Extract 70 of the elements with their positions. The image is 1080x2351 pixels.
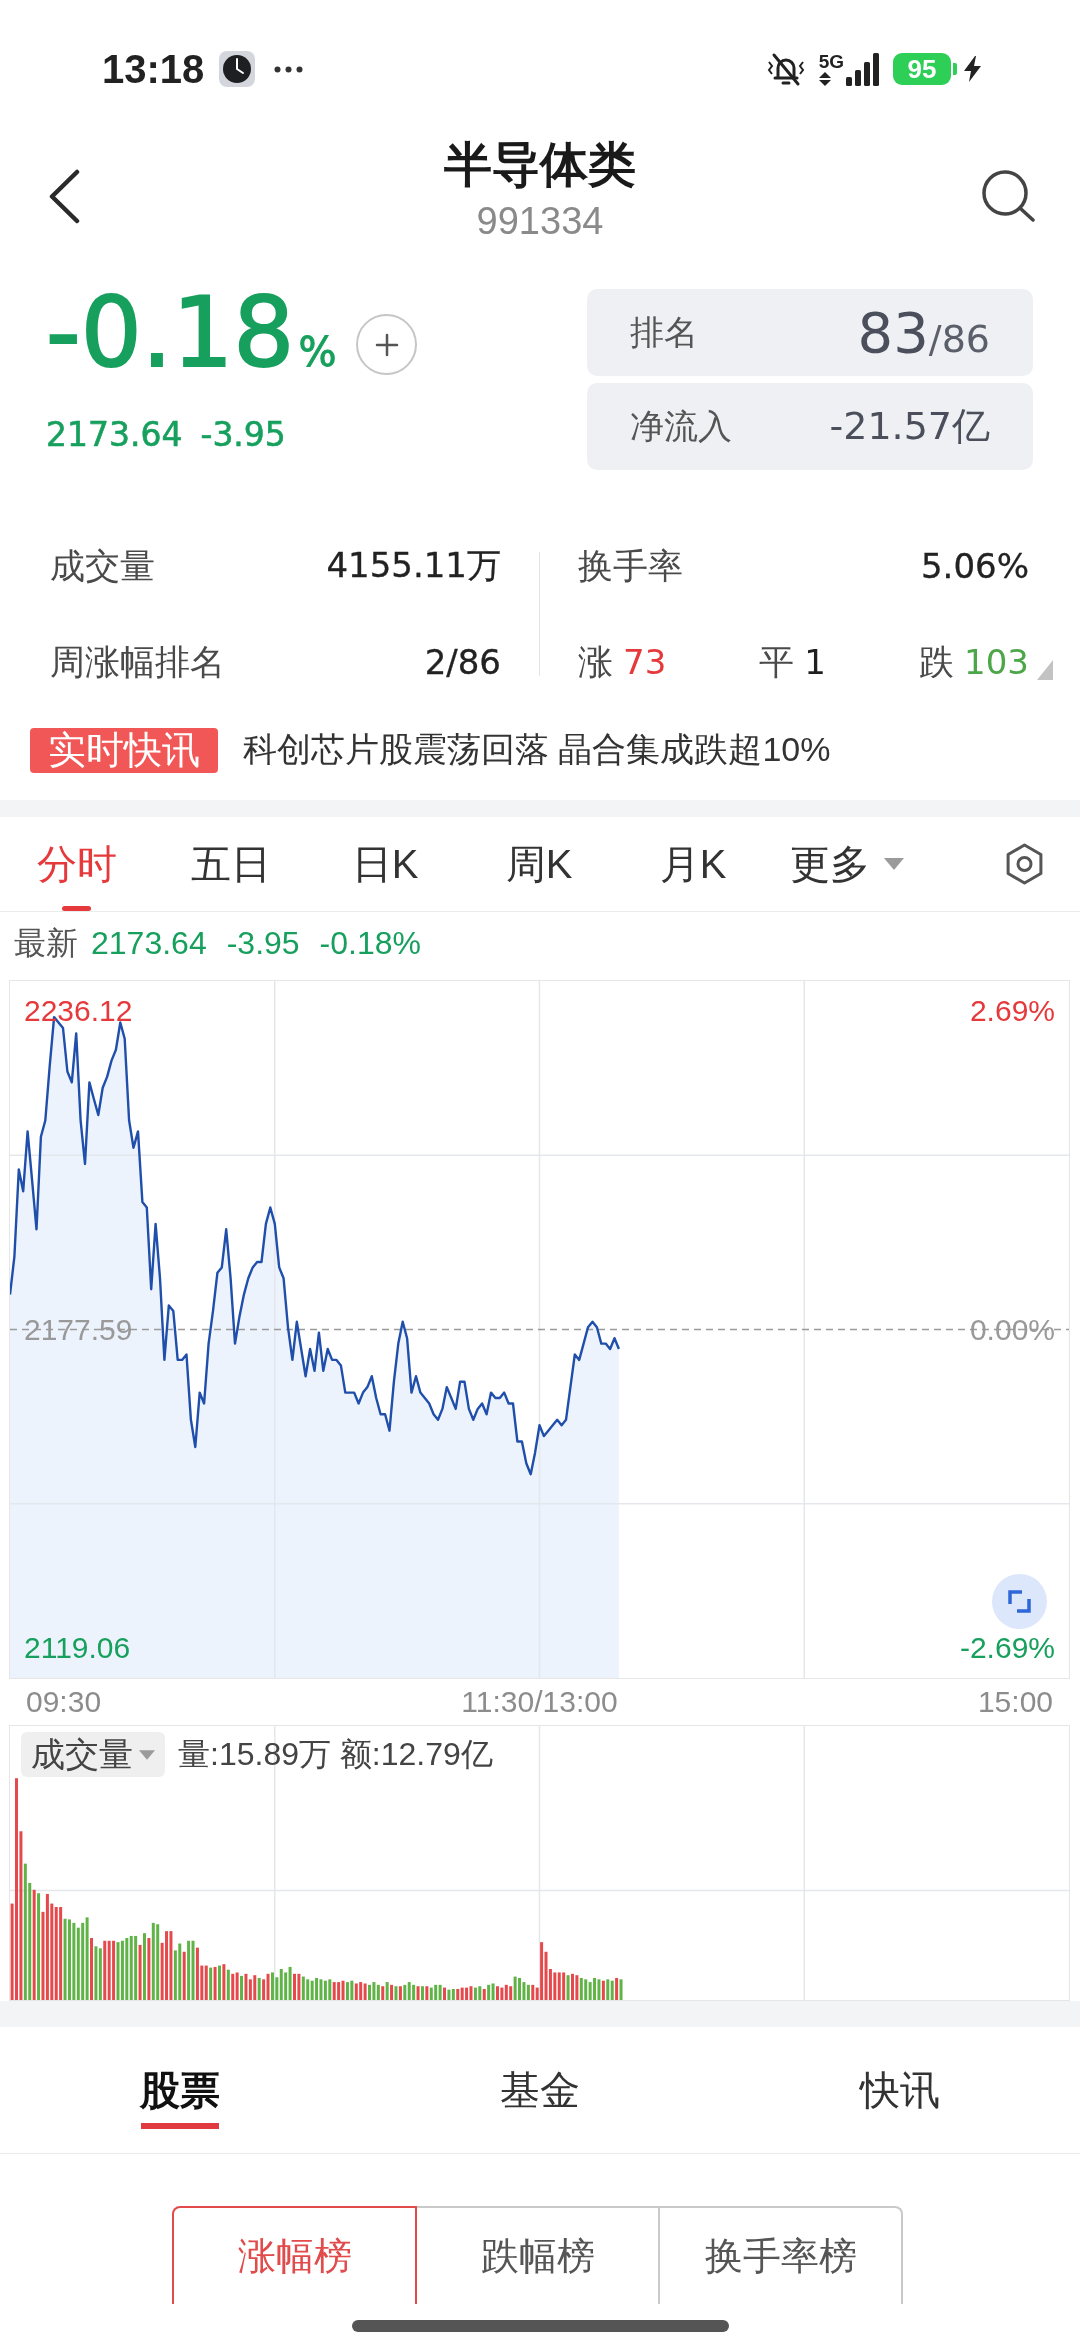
caret-down-icon [139,1749,155,1760]
stat-value: 5.06% [921,546,1029,586]
price-axis-label: 2119.06 [24,1630,131,1666]
percent-axis-label: 0.00% [969,1311,1055,1348]
chart-tab[interactable]: 更多 [770,817,924,911]
plus-icon [374,332,399,357]
settings-button[interactable] [1004,842,1045,886]
chart-tab[interactable]: 五日 [154,817,308,911]
price-axis-label: 2236.12 [24,993,133,1029]
card-label: 净流入 [630,405,732,447]
battery-indicator: 95 [893,53,957,85]
index-change: -3.95 [200,414,286,456]
chart-tab[interactable]: 日K [308,817,462,911]
card-total: /86 [928,317,990,361]
reference-label: 2177.59 [24,1311,133,1348]
settings-icon [1004,842,1045,886]
bolt-icon [964,56,981,82]
latest-value: -0.18% [319,925,421,962]
add-button[interactable] [356,314,418,375]
breadth-label: 跌 [919,640,955,683]
network-type: 5G [818,52,844,72]
indicator-dropdown[interactable]: 成交量 [21,1732,165,1777]
page-title: 半导体类 [444,137,636,193]
more-icon [274,65,304,73]
latest-value: -3.95 [226,925,300,962]
chart-tab[interactable]: 月K [616,817,770,911]
stat-value: 2/86 [424,642,501,682]
ranking-segment[interactable]: 涨幅榜 [172,2206,417,2304]
percent-axis-label: -2.69% [959,1630,1055,1666]
time-label: 09:30 [26,1684,102,1720]
breadth-count: 103 [964,641,1029,682]
breadth-count: 73 [623,641,667,682]
search-icon [981,169,1036,222]
signal-icon [846,52,879,86]
stat-label: 周涨幅排名 [50,640,225,683]
index-price: 2173.64 [46,414,183,456]
news-headline[interactable]: 科创芯片股震荡回落 晶合集成跌超10% [243,727,831,773]
time-label: 11:30/13:00 [461,1684,618,1720]
expand-icon[interactable] [992,1574,1047,1629]
list-tab[interactable]: 股票 [0,2027,360,2153]
latest-label: 最新 [14,923,78,963]
clock-icon [219,51,256,87]
data-arrows-icon [818,72,831,86]
stat-value: 4155.11万 [326,544,501,587]
latest-value: 2173.64 [91,925,207,962]
stat-label: 换手率 [578,544,683,587]
chart-tab[interactable]: 分时 [0,817,154,911]
corner-triangle-icon [1037,660,1053,680]
back-icon [47,169,81,224]
back-button[interactable] [47,169,81,224]
ranking-segment[interactable]: 换手率榜 [658,2206,903,2304]
caret-down-icon [884,858,904,870]
card-value: -21.57亿 [829,403,990,450]
search-button[interactable] [981,169,1036,222]
card-label: 排名 [630,311,698,353]
volume-summary: 量:15.89万 额:12.79亿 [178,1735,493,1774]
chart-tab[interactable]: 周K [462,817,616,911]
percent-axis-label: 2.69% [969,993,1055,1029]
list-tab[interactable]: 基金 [360,2027,720,2153]
change-percent: -0.18% [46,285,337,381]
breadth-label: 平 [759,640,795,683]
index-code: 991334 [476,200,604,242]
status-time: 13:18 [102,46,205,92]
breadth-label: 涨 [578,640,613,683]
time-label: 15:00 [977,1684,1053,1720]
card-value: 83 [857,300,929,365]
news-badge: 实时快讯 [30,727,218,773]
breadth-count: 1 [804,641,826,682]
list-tab[interactable]: 快讯 [720,2027,1080,2153]
stat-label: 成交量 [50,544,155,587]
